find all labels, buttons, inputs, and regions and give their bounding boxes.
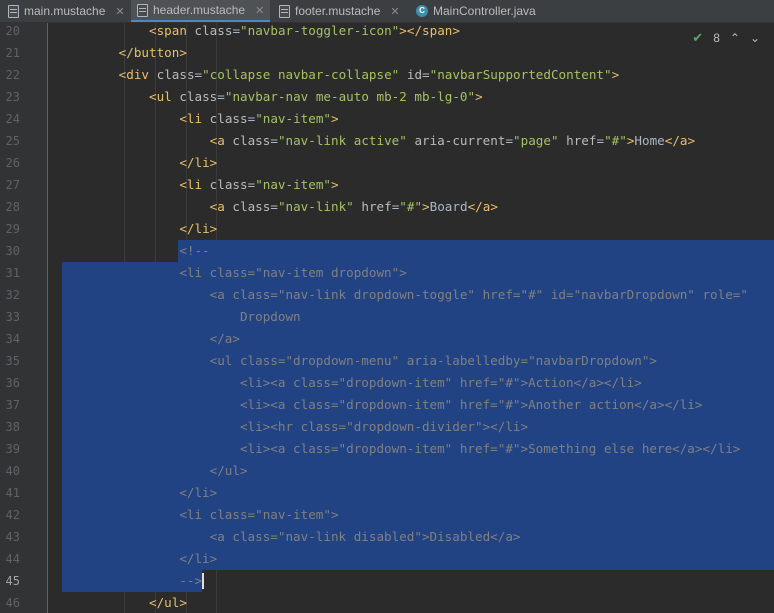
line-number[interactable]: 22 <box>0 64 20 86</box>
line-number[interactable]: 28 <box>0 196 20 218</box>
code-line[interactable]: <li><a class="dropdown-item" href="#">So… <box>58 438 740 460</box>
line-number[interactable]: 42 <box>0 504 20 526</box>
tab-header-mustache[interactable]: header.mustache ✕ <box>131 0 271 22</box>
code-line[interactable]: <a class="nav-link" href="#">Board</a> <box>58 196 498 218</box>
code-line[interactable]: <li><a class="dropdown-item" href="#">An… <box>58 394 703 416</box>
check-icon: ✔ <box>692 30 704 45</box>
line-number[interactable]: 35 <box>0 350 20 372</box>
line-number[interactable]: 26 <box>0 152 20 174</box>
tab-footer-mustache[interactable]: footer.mustache ✕ <box>279 0 400 22</box>
code-line[interactable]: <ul class="dropdown-menu" aria-labelledb… <box>58 350 657 372</box>
tab-label: header.mustache <box>153 3 246 17</box>
line-number[interactable]: 27 <box>0 174 20 196</box>
line-number[interactable]: 41 <box>0 482 20 504</box>
tab-label: main.mustache <box>24 4 106 18</box>
code-line[interactable]: <a class="nav-link disabled">Disabled</a… <box>58 526 521 548</box>
tab-label: MainController.java <box>433 4 536 18</box>
code-line[interactable]: <span class="navbar-toggler-icon"></span… <box>58 23 460 42</box>
code-line[interactable]: <a class="nav-link dropdown-toggle" href… <box>58 284 748 306</box>
code-line[interactable]: <li class="nav-item"> <box>58 504 338 526</box>
line-number[interactable]: 39 <box>0 438 20 460</box>
code-line[interactable]: <ul class="navbar-nav me-auto mb-2 mb-lg… <box>58 86 483 108</box>
line-number[interactable]: 45 <box>0 570 20 592</box>
tab-maincontroller-java[interactable]: C MainController.java <box>416 0 536 22</box>
code-line[interactable]: <a class="nav-link active" aria-current=… <box>58 130 695 152</box>
code-line[interactable]: <li class="nav-item dropdown"> <box>58 262 406 284</box>
code-line[interactable]: </button> <box>58 42 187 64</box>
close-icon[interactable]: ✕ <box>255 4 264 17</box>
code-line[interactable]: </ul> <box>58 592 187 613</box>
tab-main-mustache[interactable]: main.mustache ✕ <box>8 0 125 22</box>
code-line[interactable]: </li> <box>58 548 217 570</box>
file-icon <box>137 3 148 17</box>
line-number[interactable]: 43 <box>0 526 20 548</box>
line-number[interactable]: 29 <box>0 218 20 240</box>
close-icon[interactable]: ✕ <box>115 5 124 18</box>
line-number-gutter[interactable]: 20 21 22 23 24 25 26 27 28 29 30 31 32 33 34 35 36 37 38 39… <box>0 23 47 613</box>
line-number[interactable]: 21 <box>0 42 20 64</box>
code-editor[interactable]: <span class="navbar-toggler-icon"></span… <box>48 23 774 613</box>
code-line[interactable]: Dropdown <box>58 306 301 328</box>
tab-label: footer.mustache <box>295 4 381 18</box>
inspection-widget[interactable]: ✔ 8 ⌃ ⌄ <box>692 30 760 46</box>
line-number[interactable]: 36 <box>0 372 20 394</box>
line-number[interactable]: 32 <box>0 284 20 306</box>
line-number[interactable]: 37 <box>0 394 20 416</box>
code-line[interactable]: </ul> <box>58 460 248 482</box>
line-number[interactable]: 30 <box>0 240 20 262</box>
line-number[interactable]: 20 <box>0 23 20 42</box>
code-line[interactable]: <li><hr class="dropdown-divider"></li> <box>58 416 528 438</box>
line-number[interactable]: 23 <box>0 86 20 108</box>
line-number[interactable]: 34 <box>0 328 20 350</box>
code-line[interactable]: <li class="nav-item"> <box>58 108 338 130</box>
next-highlight-icon[interactable]: ⌄ <box>750 31 760 45</box>
line-number[interactable]: 40 <box>0 460 20 482</box>
file-icon <box>8 4 19 18</box>
code-line[interactable]: --> <box>58 570 202 592</box>
previous-highlight-icon[interactable]: ⌃ <box>730 31 740 45</box>
line-number[interactable]: 33 <box>0 306 20 328</box>
inspection-count: 8 <box>713 31 720 45</box>
text-caret <box>202 573 205 589</box>
code-line[interactable]: <div class="collapse navbar-collapse" id… <box>58 64 620 86</box>
file-icon <box>279 4 290 18</box>
code-line[interactable]: <!-- <box>58 240 209 262</box>
code-line[interactable]: <li class="nav-item"> <box>58 174 338 196</box>
line-number[interactable]: 24 <box>0 108 20 130</box>
code-line[interactable]: </a> <box>58 328 240 350</box>
editor-tab-bar: main.mustache ✕ header.mustache ✕ footer… <box>0 0 774 23</box>
selection-highlight <box>177 240 774 262</box>
code-line[interactable]: <li><a class="dropdown-item" href="#">Ac… <box>58 372 642 394</box>
close-icon[interactable]: ✕ <box>390 5 399 18</box>
class-icon: C <box>416 5 428 17</box>
line-number[interactable]: 44 <box>0 548 20 570</box>
line-number[interactable]: 25 <box>0 130 20 152</box>
code-line[interactable]: </li> <box>58 482 217 504</box>
code-line[interactable]: </li> <box>58 218 217 240</box>
line-number[interactable]: 31 <box>0 262 20 284</box>
line-number[interactable]: 46 <box>0 592 20 613</box>
code-line[interactable]: </li> <box>58 152 217 174</box>
line-number[interactable]: 38 <box>0 416 20 438</box>
